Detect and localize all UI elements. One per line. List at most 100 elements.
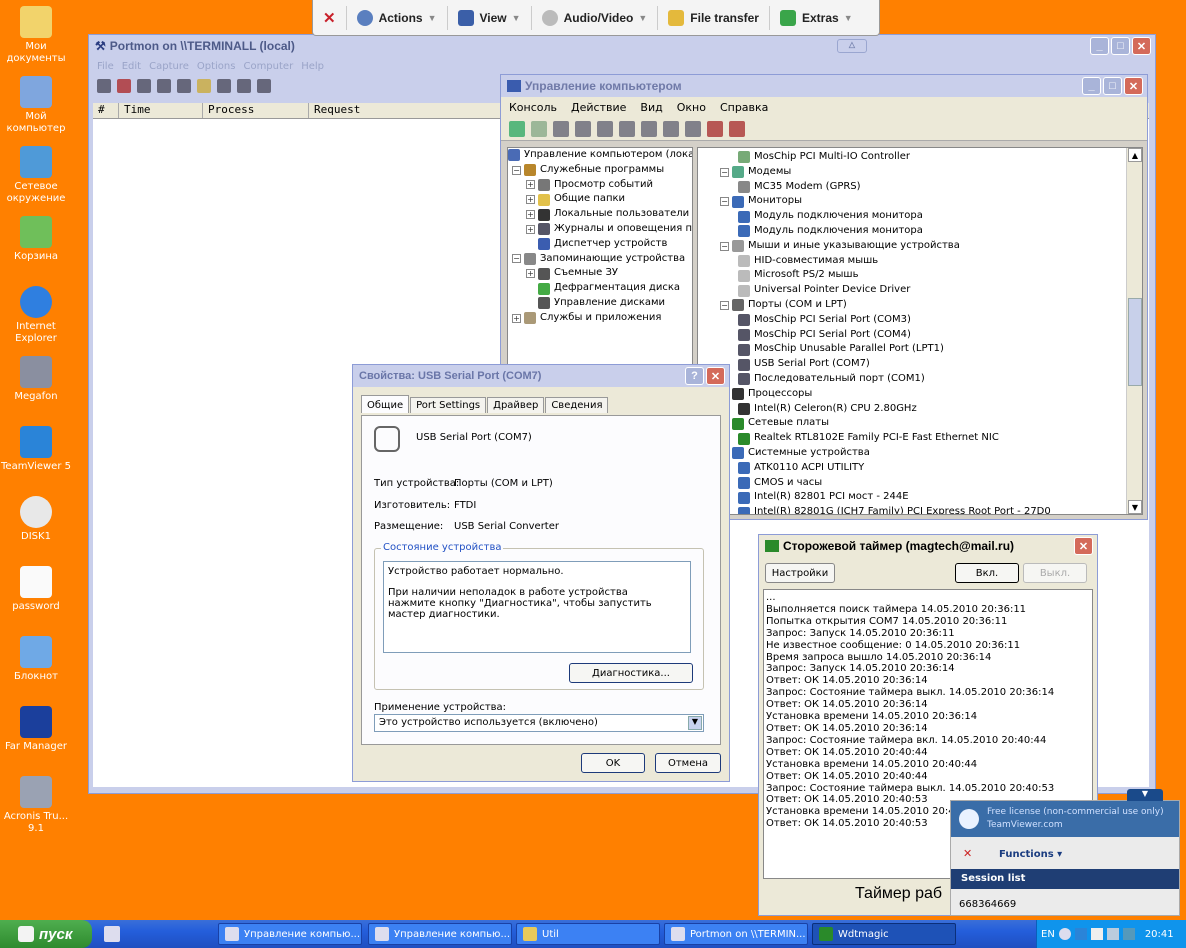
device-item[interactable]: −Сетевые платы [698, 416, 1142, 431]
tree-item[interactable]: + Общие папки [508, 192, 692, 207]
disable-icon[interactable] [707, 120, 723, 137]
task-util[interactable]: Util [516, 923, 660, 945]
up-icon[interactable] [553, 120, 569, 137]
language-indicator[interactable]: EN [1041, 929, 1055, 940]
device-item[interactable]: Intel(R) Celeron(R) CPU 2.80GHz [698, 402, 1142, 417]
device-item[interactable]: Модуль подключения монитора [698, 224, 1142, 239]
start-button[interactable]: пуск [0, 920, 92, 948]
expand-icon[interactable]: + [526, 224, 535, 234]
collapse-icon[interactable]: − [720, 241, 729, 251]
menu-console[interactable]: Консоль [509, 101, 557, 114]
col-time[interactable]: Time [119, 103, 203, 118]
clear-icon[interactable] [177, 79, 191, 93]
device-item[interactable]: Universal Pointer Device Driver [698, 283, 1142, 298]
device-item[interactable]: Realtek RTL8102E Family PCI-E Fast Ether… [698, 431, 1142, 446]
col-request[interactable]: Request [309, 103, 509, 118]
menu-capture[interactable]: Capture [149, 61, 189, 72]
desktop-icon-ie[interactable]: Internet Explorer [0, 286, 72, 345]
close-button[interactable]: ✕ [1132, 37, 1151, 55]
expand-icon[interactable]: + [526, 210, 535, 220]
print-icon[interactable] [619, 120, 635, 137]
network-tray-icon[interactable] [1090, 928, 1103, 940]
desktop-icon-disk1[interactable]: DISK1 [0, 496, 72, 543]
maximize-button[interactable]: □ [1103, 77, 1122, 95]
tree-item[interactable]: Диспетчер устройств [508, 237, 692, 252]
scroll-up-icon[interactable]: ▲ [1128, 148, 1142, 162]
menu-computer[interactable]: Computer [243, 61, 293, 72]
close-button[interactable]: ✕ [1074, 537, 1093, 555]
status-textbox[interactable]: Устройство работает нормально. При налич… [383, 561, 691, 653]
expand-icon[interactable]: + [512, 313, 521, 323]
tree-item[interactable]: + Просмотр событий [508, 178, 692, 193]
maximize-button[interactable]: □ [1111, 37, 1130, 55]
menu-help[interactable]: Справка [720, 101, 768, 114]
device-item[interactable]: − Модемы [698, 165, 1142, 180]
show-tree-icon[interactable] [575, 120, 591, 137]
close-button[interactable]: ✕ [1124, 77, 1143, 95]
menu-action[interactable]: Действие [571, 101, 626, 114]
panel-toggle-icon[interactable]: ▼ [1127, 789, 1163, 801]
help-icon[interactable] [641, 120, 657, 137]
menu-edit[interactable]: Edit [122, 61, 141, 72]
tab-driver[interactable]: Драйвер [487, 397, 545, 413]
highlight-icon[interactable] [237, 79, 251, 93]
device-item[interactable]: MosChip PCI Multi-IO Controller [698, 150, 1142, 165]
device-item[interactable]: HID-совместимая мышь [698, 254, 1142, 269]
desktop-icon-my-computer[interactable]: Мой компьютер [0, 76, 72, 135]
desktop-icon-far-manager[interactable]: Far Manager [0, 706, 72, 753]
tree-item[interactable]: Управление компьютером (локаль [508, 148, 692, 163]
scroll-thumb[interactable] [1128, 298, 1142, 386]
uninstall-icon[interactable] [729, 120, 745, 137]
desktop-icon-password[interactable]: password [0, 566, 72, 613]
task-computer-management-2[interactable]: Управление компью... [368, 923, 512, 945]
device-item[interactable]: CMOS и часы [698, 476, 1142, 491]
close-session-icon[interactable]: ✕ [963, 847, 972, 860]
tree-item[interactable]: Дефрагментация диска [508, 281, 692, 296]
back-icon[interactable] [509, 120, 525, 137]
tab-general[interactable]: Общие [361, 395, 410, 413]
device-item[interactable]: Intel(R) 82801 PCI мост - 244E [698, 490, 1142, 505]
device-item[interactable]: Модуль подключения монитора [698, 209, 1142, 224]
collapse-icon[interactable]: − [512, 254, 521, 264]
expand-icon[interactable]: + [526, 269, 535, 279]
device-item[interactable]: MosChip PCI Serial Port (COM3) [698, 313, 1142, 328]
device-item[interactable]: − Мыши и иные указывающие устройства [698, 239, 1142, 254]
menu-file[interactable]: File [97, 61, 114, 72]
device-list[interactable]: MosChip PCI Multi-IO Controller − Модемы MC… [697, 147, 1143, 515]
off-button[interactable]: Выкл. [1023, 563, 1087, 583]
device-item[interactable]: −Системные устройства [698, 446, 1142, 461]
forward-icon[interactable] [531, 120, 547, 137]
wd-titlebar[interactable]: Сторожевой таймер (magtech@mail.ru) ✕ [759, 535, 1097, 557]
teamviewer-tray-icon[interactable] [1074, 928, 1087, 940]
portmon-titlebar[interactable]: ⚒ Portmon on \\TERMINALL (local) △ _ □ ✕ [89, 35, 1155, 57]
audio-video-menu[interactable]: Audio/Video ▼ [532, 5, 659, 30]
desktop-icon-recycle-bin[interactable]: Корзина [0, 216, 72, 263]
collapse-icon[interactable]: − [720, 300, 729, 310]
desktop-icon-network[interactable]: Сетевое окружение [0, 146, 72, 205]
help-button[interactable]: ? [685, 367, 704, 385]
device-item[interactable]: Microsoft PS/2 мышь [698, 268, 1142, 283]
tree-item[interactable]: Управление дисками [508, 296, 692, 311]
session-list-header[interactable]: Session list [951, 869, 1179, 889]
device-item[interactable]: − Порты (COM и LPT) [698, 298, 1142, 313]
col-process[interactable]: Process [203, 103, 309, 118]
close-connection-button[interactable]: ✕ [313, 5, 347, 30]
binoculars-icon[interactable] [257, 79, 271, 93]
scroll-down-icon[interactable]: ▼ [1128, 500, 1142, 514]
extras-menu[interactable]: Extras ▼ [770, 6, 863, 30]
usage-select[interactable]: Это устройство используется (включено) ▼ [374, 714, 704, 732]
device-item[interactable]: MosChip PCI Serial Port (COM4) [698, 328, 1142, 343]
menu-view[interactable]: Вид [640, 101, 662, 114]
file-transfer-button[interactable]: File transfer [658, 5, 770, 30]
menu-options[interactable]: Options [197, 61, 236, 72]
actions-menu[interactable]: Actions ▼ [347, 5, 448, 30]
tree-item[interactable]: + Журналы и оповещения пр [508, 222, 692, 237]
tree-item[interactable]: + Локальные пользователи и [508, 207, 692, 222]
cm-titlebar[interactable]: Управление компьютером _ □ ✕ [501, 75, 1147, 97]
chevron-down-icon[interactable]: ▼ [688, 716, 702, 730]
collapse-icon[interactable]: − [512, 165, 521, 175]
session-id[interactable]: 668364669 [959, 899, 1016, 910]
device-item[interactable]: USB Serial Port (COM7) [698, 357, 1142, 372]
desktop-icon-my-documents[interactable]: Мои документы [0, 6, 72, 65]
device-item[interactable]: −Процессоры [698, 387, 1142, 402]
